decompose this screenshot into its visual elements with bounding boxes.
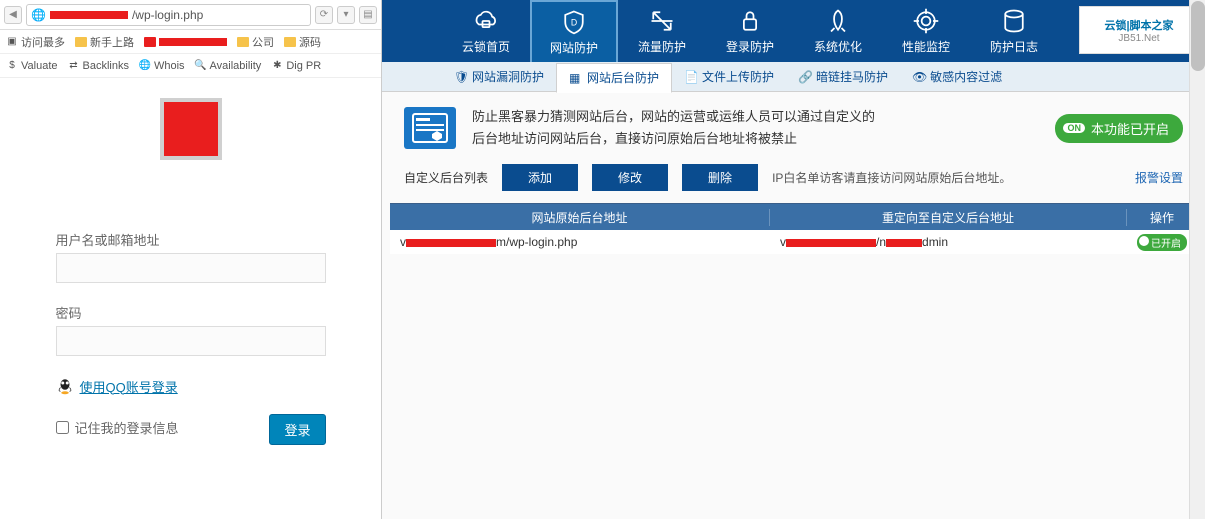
shield-icon: D (560, 8, 588, 36)
disk-icon (1000, 7, 1028, 35)
back-button[interactable]: ◀ (4, 6, 22, 24)
nav-login[interactable]: 登录防护 (706, 0, 794, 62)
target-icon (912, 7, 940, 35)
search-icon: 🔍 (195, 60, 207, 72)
folder-icon (237, 37, 249, 47)
tool-valuate[interactable]: $Valuate (6, 60, 58, 72)
vuln-icon: 🛡 (454, 70, 468, 84)
tool-digpr[interactable]: ✱Dig PR (271, 60, 321, 72)
feature-status-badge[interactable]: ON 本功能已开启 (1055, 114, 1183, 143)
arrows-icon: ⇄ (68, 60, 80, 72)
site-logo (160, 98, 222, 160)
folder-icon (284, 37, 296, 47)
bookmark-most-visited[interactable]: ▣访问最多 (6, 34, 65, 50)
scrollbar[interactable] (1189, 0, 1205, 519)
redacted-text (886, 239, 922, 247)
password-field[interactable] (56, 326, 326, 356)
nav-log[interactable]: 防护日志 (970, 0, 1058, 62)
feature-icon (404, 107, 456, 149)
username-field[interactable] (56, 253, 326, 283)
tab-sensitive[interactable]: 👁敏感内容过滤 (900, 62, 1014, 92)
remember-label[interactable]: 记住我的登录信息 (56, 418, 179, 437)
nav-traffic[interactable]: 流量防护 (618, 0, 706, 62)
tool-availability[interactable]: 🔍Availability (195, 60, 262, 72)
login-button[interactable]: 登录 (269, 414, 325, 445)
bookmark-redacted[interactable] (144, 37, 227, 47)
dropdown-button[interactable]: ▾ (337, 6, 355, 24)
menu-button[interactable]: ▤ (359, 6, 377, 24)
backend-icon: ▦ (569, 71, 583, 85)
cloud-lock-icon (472, 7, 500, 35)
rocket-icon (824, 7, 852, 35)
tool-backlinks[interactable]: ⇄Backlinks (68, 60, 129, 72)
tool-whois[interactable]: 🌐Whois (139, 60, 185, 72)
nav-home[interactable]: 云锁首页 (442, 0, 530, 62)
url-bar[interactable]: 🌐 /wp-login.php (26, 4, 311, 26)
nav-site[interactable]: D 网站防护 (530, 0, 618, 62)
reload-button[interactable]: ⟳ (315, 6, 333, 24)
globe-icon: 🌐 (31, 8, 46, 22)
network-icon: ✱ (271, 60, 283, 72)
col-redirect: 重定向至自定义后台地址 (770, 209, 1127, 226)
tab-backend[interactable]: ▦网站后台防护 (556, 63, 672, 93)
bookmark-company[interactable]: 公司 (237, 34, 274, 50)
add-button[interactable]: 添加 (502, 164, 578, 191)
remember-checkbox[interactable] (56, 421, 69, 434)
tab-upload[interactable]: 📄文件上传防护 (672, 62, 786, 92)
username-label: 用户名或邮箱地址 (56, 230, 326, 249)
alarm-settings-link[interactable]: 报警设置 (1135, 169, 1183, 186)
list-label: 自定义后台列表 (404, 169, 488, 186)
nav-system[interactable]: 系统优化 (794, 0, 882, 62)
folder-icon (75, 37, 87, 47)
lock-icon (736, 7, 764, 35)
bookmark-source[interactable]: 源码 (284, 34, 321, 50)
globe-icon: 🌐 (139, 60, 151, 72)
tab-vuln[interactable]: 🛡网站漏洞防护 (442, 62, 556, 92)
traffic-icon (648, 7, 676, 35)
delete-button[interactable]: 删除 (682, 164, 758, 191)
dollar-icon: $ (6, 60, 18, 72)
folder-icon (144, 37, 156, 47)
col-original: 网站原始后台地址 (390, 209, 770, 226)
upload-icon: 📄 (684, 70, 698, 84)
svg-text:D: D (571, 18, 577, 28)
tab-darklink[interactable]: 🔗暗链挂马防护 (786, 62, 900, 92)
redacted-domain (50, 11, 128, 19)
nav-perf[interactable]: 性能监控 (882, 0, 970, 62)
row-toggle[interactable]: 已开启 (1137, 234, 1187, 251)
table-row[interactable]: vm/wp-login.php v/ndmin 已开启 (390, 230, 1197, 254)
qq-icon (56, 376, 74, 396)
redacted-text (406, 239, 496, 247)
col-action: 操作 (1127, 209, 1197, 226)
link-icon: 🔗 (798, 70, 812, 84)
qq-login-link[interactable]: 使用QQ账号登录 (80, 377, 178, 396)
bookmark-newbie[interactable]: 新手上路 (75, 34, 134, 50)
top-nav: 云锁首页 D 网站防护 流量防护 登录防护 系统优化 性能监控 防护日志 云锁|… (382, 0, 1205, 62)
redacted-text (786, 239, 876, 247)
brand-box: 云锁|脚本之家 JB51.Net (1079, 6, 1199, 54)
filter-icon: 👁 (912, 70, 926, 84)
feature-description: 防止黑客暴力猜测网站后台，网站的运营或运维人员可以通过自定义的 后台地址访问网站… (472, 106, 1039, 150)
whitelist-note: IP白名单访客请直接访问网站原始后台地址。 (772, 169, 1011, 186)
password-label: 密码 (56, 303, 326, 322)
backend-table: 网站原始后台地址 重定向至自定义后台地址 操作 vm/wp-login.php … (390, 203, 1197, 254)
url-path: /wp-login.php (132, 8, 203, 22)
edit-button[interactable]: 修改 (592, 164, 668, 191)
